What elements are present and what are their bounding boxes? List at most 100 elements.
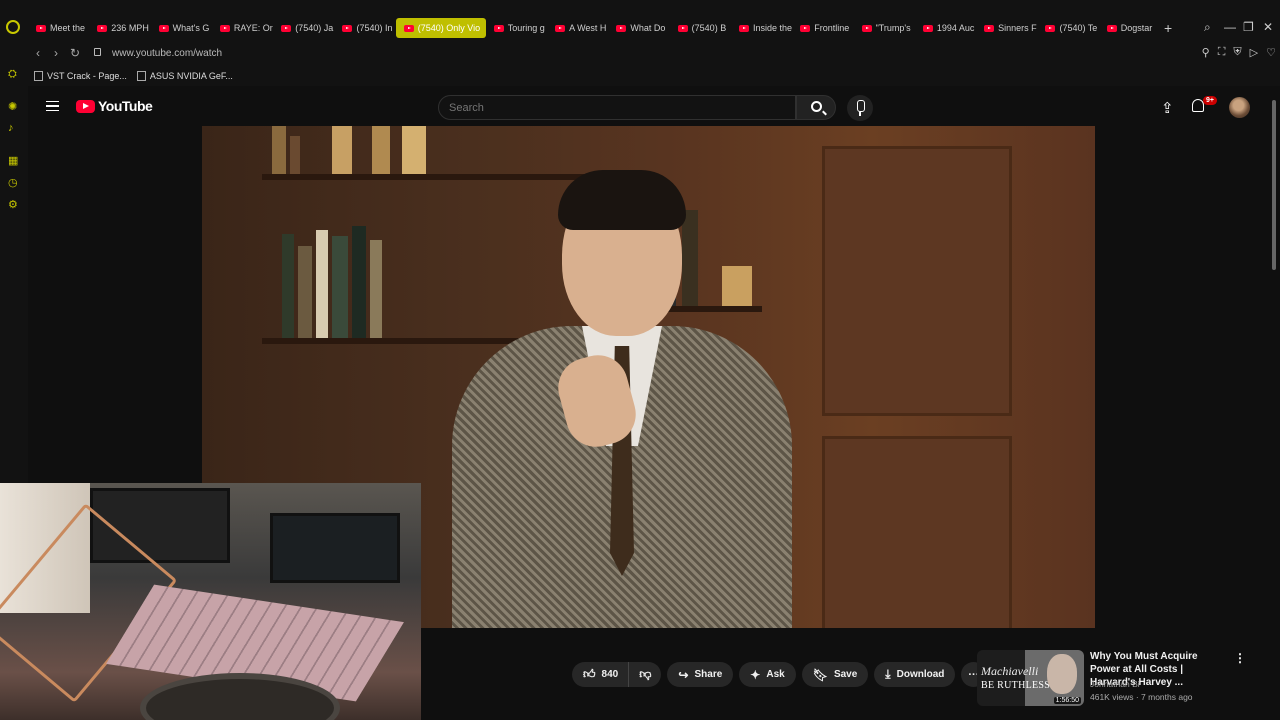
- youtube-favicon-icon: [555, 24, 566, 32]
- avatar[interactable]: [1229, 97, 1250, 118]
- youtube-favicon-icon: [616, 24, 627, 32]
- browser-tab[interactable]: Meet the: [28, 18, 89, 38]
- book: [370, 240, 382, 338]
- tab-label: What Do: [630, 23, 666, 33]
- browser-tab[interactable]: (7540) Only Vio: [395, 18, 486, 38]
- youtube-favicon-icon: [1045, 24, 1056, 32]
- share-button[interactable]: ↪ Share: [667, 662, 734, 687]
- save-button[interactable]: 🔖︎ Save: [801, 662, 869, 687]
- address-bar-icons: ⚲ ⛶ ⛨ ▷ ♡: [1202, 46, 1276, 59]
- search-tabs-icon[interactable]: ⌕: [1204, 20, 1211, 35]
- search-button[interactable]: [796, 95, 836, 120]
- browser-tab[interactable]: (7540) Te: [1037, 18, 1098, 38]
- browser-tab[interactable]: "Trump's: [854, 18, 915, 38]
- page-icon: [136, 71, 146, 81]
- save-label: Save: [833, 669, 858, 680]
- video-actions: 👍︎ 840 👎︎ ↪ Share ✦ Ask 🔖︎ Save ⤓ Downlo…: [572, 662, 987, 687]
- tab-label: A West H: [569, 23, 607, 33]
- tab-label: (7540) Only Vio: [417, 23, 481, 33]
- youtube-favicon-icon: [281, 24, 292, 32]
- browser-tab[interactable]: A West H: [547, 18, 608, 38]
- aria-icon[interactable]: ⛭: [8, 68, 17, 81]
- tab-label: Meet the: [50, 23, 86, 33]
- browser-tab[interactable]: RAYE: Or: [212, 18, 273, 38]
- bookmark-vst[interactable]: VST Crack - Page...: [34, 71, 127, 81]
- bookmark-label: ASUS NVIDIA GeF...: [149, 71, 233, 81]
- hair: [558, 170, 686, 230]
- recommended-video[interactable]: Machiavelli BE RUTHLESS 1:56:50 Why You …: [977, 650, 1277, 706]
- maximize-button[interactable]: ❐: [1243, 20, 1254, 34]
- channel-name[interactable]: Johnathan Bi: [1090, 679, 1140, 689]
- video-thumbnail[interactable]: Machiavelli BE RUTHLESS 1:56:50: [977, 650, 1084, 706]
- player-icon[interactable]: ▷: [1250, 46, 1258, 59]
- minimize-button[interactable]: —: [1224, 20, 1236, 34]
- browser-tab[interactable]: Dogstar: [1099, 18, 1160, 38]
- youtube-logo[interactable]: YouTube: [76, 98, 153, 114]
- reload-button[interactable]: ↻: [70, 46, 80, 60]
- page-scrollbar[interactable]: [1272, 100, 1276, 270]
- ask-label: Ask: [766, 669, 785, 680]
- browser-tab[interactable]: (7540) In: [334, 18, 395, 38]
- browser-tab[interactable]: (7540) Ja: [273, 18, 334, 38]
- bookmarks-bar: VST Crack - Page... ASUS NVIDIA GeF...: [28, 66, 1280, 86]
- book: [372, 126, 390, 174]
- browser-tab[interactable]: (7540) B: [670, 18, 731, 38]
- thumbnail-portrait: [1047, 654, 1077, 694]
- kebab-menu-icon[interactable]: ⋮: [1234, 651, 1246, 665]
- tab-label: (7540) Ja: [295, 23, 334, 33]
- apps-icon[interactable]: ▦: [8, 154, 18, 167]
- tab-label: 1994 Auc: [936, 23, 975, 33]
- download-button[interactable]: ⤓ Download: [874, 662, 956, 687]
- youtube-favicon-icon: [800, 24, 811, 32]
- tab-label: Dogstar: [1120, 23, 1153, 33]
- youtube-favicon-icon: [342, 24, 353, 32]
- tab-label: RAYE: Or: [233, 23, 273, 33]
- close-window-button[interactable]: ✕: [1263, 20, 1273, 34]
- like-dislike-group: 👍︎ 840 👎︎: [572, 662, 662, 687]
- back-button[interactable]: ‹: [36, 46, 40, 60]
- page-icon: [34, 71, 43, 81]
- upload-icon[interactable]: ⇪: [1161, 99, 1174, 117]
- bookmark-asus[interactable]: ASUS NVIDIA GeF...: [136, 71, 233, 81]
- youtube-favicon-icon: [97, 24, 108, 32]
- pin-icon[interactable]: ⚲: [1202, 46, 1210, 59]
- settings-icon[interactable]: ⚙: [8, 198, 18, 211]
- video-duration: 1:56:50: [1053, 697, 1081, 704]
- youtube-header: YouTube ⇪ 9+: [28, 88, 1280, 126]
- dislike-button[interactable]: 👎︎: [629, 662, 662, 687]
- bookmark-label: VST Crack - Page...: [47, 71, 127, 81]
- youtube-favicon-icon: [738, 24, 749, 32]
- browser-tab[interactable]: What Do: [608, 18, 669, 38]
- browser-tab[interactable]: Touring g: [486, 18, 547, 38]
- book: [332, 126, 352, 174]
- voice-search-button[interactable]: [847, 95, 873, 121]
- book: [316, 230, 328, 338]
- tab-label: Sinners F: [998, 23, 1037, 33]
- browser-tab[interactable]: Sinners F: [976, 18, 1037, 38]
- tab-label: Inside the: [752, 23, 792, 33]
- thumbs-up-icon: 👍︎: [583, 667, 596, 681]
- chatgpt-icon[interactable]: ✺: [8, 100, 17, 113]
- new-tab-button[interactable]: +: [1164, 20, 1172, 36]
- heart-icon[interactable]: ♡: [1266, 46, 1276, 59]
- snapshot-icon[interactable]: ⛶: [1218, 46, 1226, 59]
- opera-logo-icon[interactable]: [6, 20, 20, 34]
- browser-tab[interactable]: What's G: [151, 18, 212, 38]
- sparkle-icon: ✦: [750, 667, 761, 682]
- forward-button[interactable]: ›: [54, 46, 58, 60]
- history-icon[interactable]: ◷: [8, 176, 18, 189]
- menu-icon[interactable]: [46, 101, 59, 111]
- search-input[interactable]: [439, 96, 795, 119]
- bookmark-icon: 🔖︎: [812, 667, 828, 682]
- url-field[interactable]: www.youtube.com/watch: [112, 48, 222, 59]
- browser-tab[interactable]: Inside the: [731, 18, 792, 38]
- browser-tab[interactable]: Frontline: [792, 18, 853, 38]
- tab-label: "Trump's: [875, 23, 911, 33]
- browser-tab[interactable]: 1994 Auc: [915, 18, 976, 38]
- shield-icon[interactable]: ⛨: [1233, 46, 1241, 59]
- browser-tab[interactable]: 236 MPH: [89, 18, 150, 38]
- book: [352, 226, 366, 338]
- like-button[interactable]: 👍︎ 840: [572, 662, 630, 687]
- ask-button[interactable]: ✦ Ask: [739, 662, 796, 687]
- tiktok-icon[interactable]: ♪: [8, 122, 14, 134]
